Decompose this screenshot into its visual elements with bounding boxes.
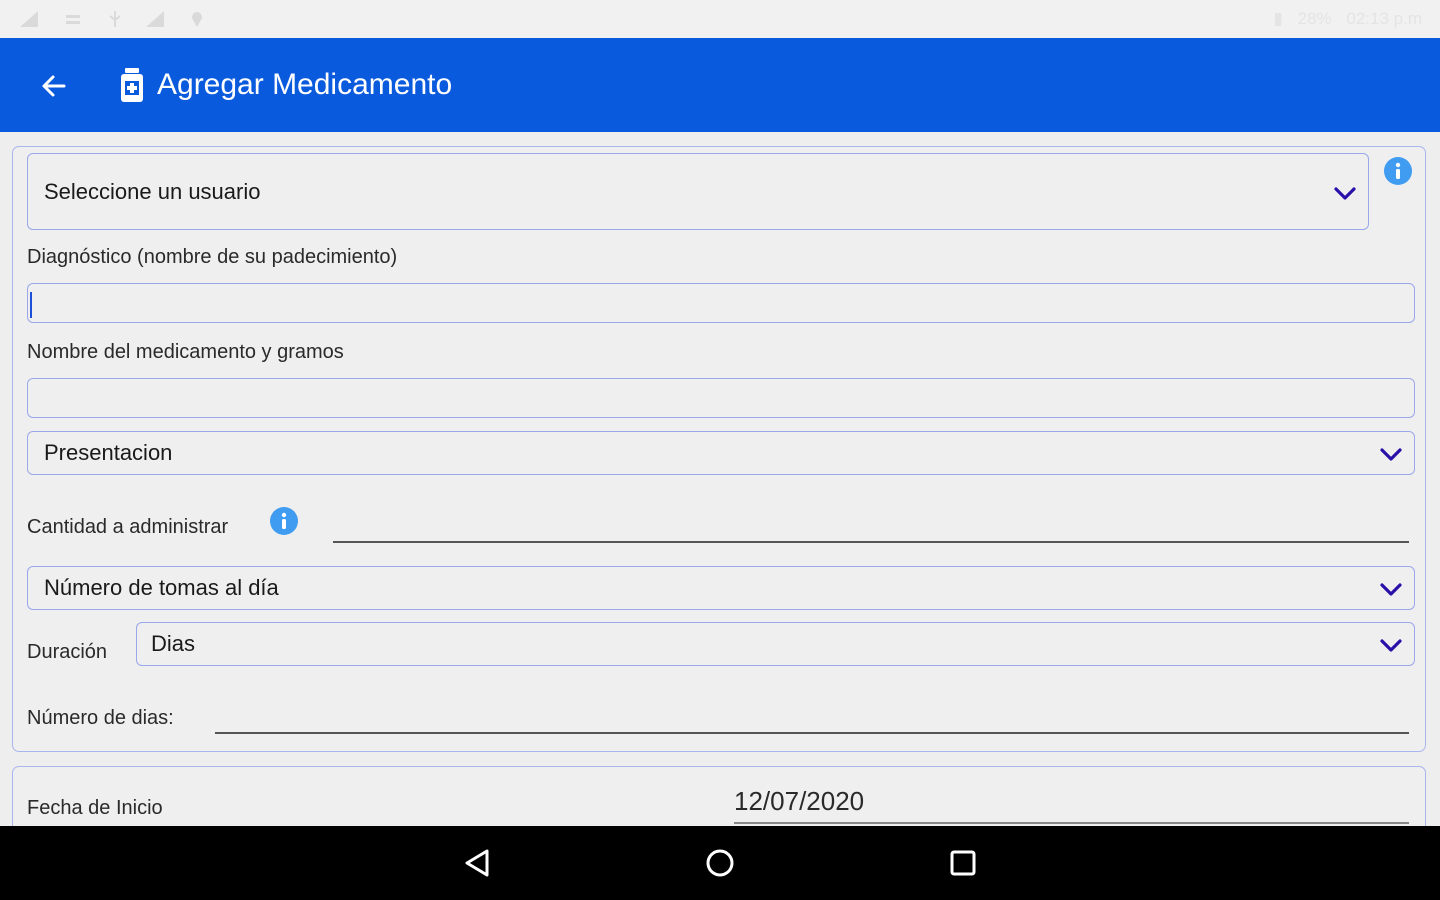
medication-name-input[interactable] — [27, 378, 1415, 418]
start-date-underline — [734, 822, 1409, 824]
dose-quantity-input[interactable] — [333, 506, 1409, 542]
duration-label: Duración — [27, 641, 108, 663]
user-select-value: Seleccione un usuario — [44, 178, 261, 204]
signal-icon — [20, 11, 38, 27]
dose-quantity-label: Cantidad a administrar — [27, 516, 229, 538]
triangle-back-icon[interactable] — [461, 846, 495, 880]
start-date-label: Fecha de Inicio — [27, 797, 163, 819]
diagnosis-input[interactable] — [27, 283, 1415, 323]
usb-icon — [106, 11, 124, 27]
chevron-down-icon — [1380, 448, 1402, 462]
chevron-down-icon — [1334, 186, 1356, 201]
battery-percent: 28% — [1297, 9, 1332, 28]
presentation-select[interactable]: Presentacion — [27, 431, 1415, 475]
status-right: ▮ 28% 02:13 p.m — [1264, 9, 1422, 29]
diagnosis-label: Diagnóstico (nombre de su padecimiento) — [27, 246, 398, 268]
dose-quantity-underline — [333, 541, 1409, 543]
square-recents-icon[interactable] — [946, 846, 980, 880]
chevron-down-icon — [1380, 583, 1402, 597]
chevron-down-icon — [1380, 639, 1402, 653]
user-select[interactable]: Seleccione un usuario — [27, 153, 1369, 230]
start-date-value[interactable]: 12/07/2020 — [734, 786, 864, 817]
status-bar: ▮ 28% 02:13 p.m — [0, 0, 1440, 38]
number-of-days-label: Número de dias: — [27, 707, 174, 729]
signal-strength-icon — [146, 11, 164, 27]
system-nav-bar — [0, 826, 1440, 900]
number-of-days-underline — [215, 732, 1409, 734]
clock: 02:13 p.m — [1346, 9, 1422, 28]
app-bar: Agregar Medicamento — [0, 38, 1440, 132]
number-of-days-input[interactable] — [215, 698, 1409, 732]
doses-per-day-select[interactable]: Número de tomas al día — [27, 566, 1415, 610]
circle-home-icon[interactable] — [703, 846, 737, 880]
doses-per-day-value: Número de tomas al día — [44, 575, 279, 600]
battery-icon: ▮ — [1273, 9, 1283, 28]
notification-icon — [64, 11, 82, 27]
info-icon[interactable] — [1384, 157, 1412, 185]
page-title: Agregar Medicamento — [157, 68, 453, 101]
info-icon[interactable] — [270, 507, 298, 535]
duration-unit-value: Dias — [151, 631, 196, 656]
presentation-select-value: Presentacion — [44, 440, 173, 465]
medication-name-label: Nombre del medicamento y gramos — [27, 341, 344, 363]
location-icon — [188, 11, 206, 27]
medicine-bottle-icon — [118, 68, 146, 104]
text-caret — [30, 292, 32, 318]
arrow-left-icon[interactable] — [38, 70, 70, 102]
duration-unit-select[interactable]: Dias — [136, 622, 1415, 666]
